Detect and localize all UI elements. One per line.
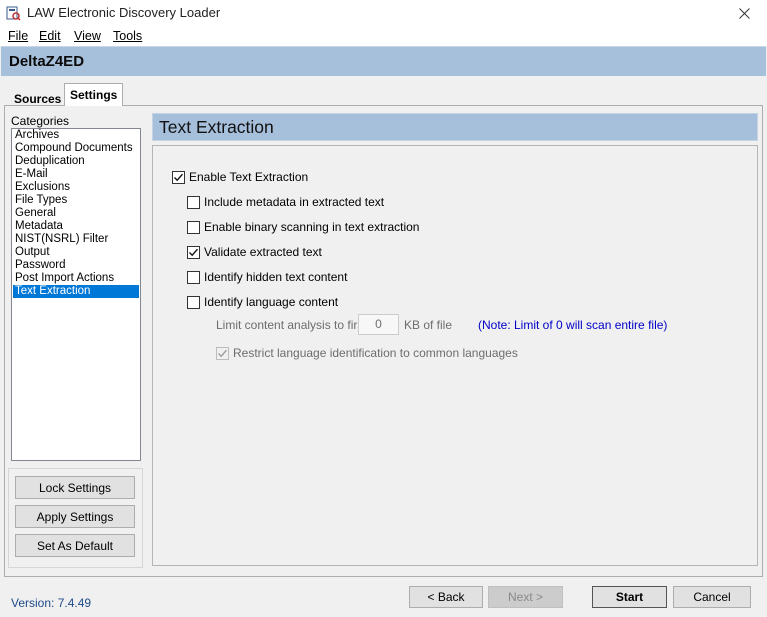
binary-scanning-checkbox[interactable] (187, 220, 200, 234)
close-icon (738, 7, 750, 19)
restrict-language-option[interactable]: Restrict language identification to comm… (216, 346, 518, 360)
restrict-language-checkbox[interactable] (216, 346, 229, 360)
restrict-language-label: Restrict language identification to comm… (233, 346, 518, 360)
tab-sources[interactable]: Sources (9, 89, 66, 106)
language-content-checkbox[interactable] (187, 295, 200, 309)
menu-view-label: View (74, 29, 101, 43)
category-exclusions[interactable]: Exclusions (13, 181, 139, 194)
lock-settings-button[interactable]: Lock Settings (15, 476, 135, 499)
version-label: Version: 7.4.49 (11, 596, 92, 610)
window-title: LAW Electronic Discovery Loader (27, 5, 221, 20)
validate-text-label: Validate extracted text (204, 245, 322, 259)
enable-text-extraction-label: Enable Text Extraction (189, 170, 309, 184)
menu-tools[interactable]: Tools (113, 29, 142, 43)
validate-text-checkbox[interactable] (187, 245, 200, 259)
menu-edit-label: Edit (39, 29, 61, 43)
binary-scanning-label: Enable binary scanning in text extractio… (204, 220, 420, 234)
checkmark-icon (189, 248, 199, 256)
checkmark-icon (218, 349, 228, 357)
app-icon (6, 6, 21, 21)
checkmark-icon (174, 173, 184, 181)
category-post-import-actions[interactable]: Post Import Actions (13, 272, 139, 285)
category-file-types[interactable]: File Types (13, 194, 139, 207)
project-name: DeltaZ4ED (9, 53, 85, 70)
tab-settings[interactable]: Settings (64, 83, 124, 106)
back-button[interactable]: < Back (409, 586, 483, 608)
include-metadata-label: Include metadata in extracted text (204, 195, 385, 209)
binary-scanning-option[interactable]: Enable binary scanning in text extractio… (187, 220, 419, 234)
category-deduplication[interactable]: Deduplication (13, 155, 139, 168)
hidden-text-option[interactable]: Identify hidden text content (187, 270, 347, 284)
category-general[interactable]: General (13, 207, 139, 220)
hidden-text-checkbox[interactable] (187, 270, 200, 284)
menu-tools-label: Tools (113, 29, 143, 43)
language-content-option[interactable]: Identify language content (187, 295, 338, 309)
category-password[interactable]: Password (13, 259, 139, 272)
category-archives[interactable]: Archives (13, 129, 139, 142)
title-bar: LAW Electronic Discovery Loader (0, 0, 767, 26)
limit-note: (Note: Limit of 0 will scan entire file) (478, 318, 668, 332)
validate-text-option[interactable]: Validate extracted text (187, 245, 322, 259)
menu-edit[interactable]: Edit (39, 29, 61, 43)
include-metadata-option[interactable]: Include metadata in extracted text (187, 195, 384, 209)
category-compound-documents[interactable]: Compound Documents (13, 142, 139, 155)
menu-view[interactable]: View (74, 29, 101, 43)
language-content-label: Identify language content (204, 295, 339, 309)
category-e-mail[interactable]: E-Mail (13, 168, 139, 181)
categories-list[interactable]: Archives Compound Documents Deduplicatio… (11, 128, 141, 461)
cancel-button[interactable]: Cancel (673, 586, 751, 608)
category-nist-nsrl-filter[interactable]: NIST(NSRL) Filter (13, 233, 139, 246)
menu-file[interactable]: File (8, 29, 28, 43)
set-as-default-button[interactable]: Set As Default (15, 534, 135, 557)
category-metadata[interactable]: Metadata (13, 220, 139, 233)
section-title: Text Extraction (159, 117, 274, 137)
limit-kb-input[interactable]: 0 (358, 314, 399, 335)
section-header: Text Extraction (152, 113, 758, 141)
limit-prefix-label: Limit content analysis to first (216, 318, 367, 332)
enable-text-extraction-option[interactable]: Enable Text Extraction (172, 170, 308, 184)
project-header: DeltaZ4ED (1, 46, 766, 76)
category-text-extraction[interactable]: Text Extraction (13, 285, 139, 298)
category-output[interactable]: Output (13, 246, 139, 259)
start-button[interactable]: Start (592, 586, 667, 608)
enable-text-extraction-checkbox[interactable] (172, 170, 185, 184)
hidden-text-label: Identify hidden text content (204, 270, 348, 284)
apply-settings-button[interactable]: Apply Settings (15, 505, 135, 528)
limit-suffix-label: KB of file (404, 318, 453, 332)
include-metadata-checkbox[interactable] (187, 195, 200, 209)
close-button[interactable] (721, 0, 767, 26)
menu-bar: File Edit View Tools (0, 26, 767, 46)
menu-file-label: File (8, 29, 29, 43)
next-button[interactable]: Next > (488, 586, 563, 608)
categories-label: Categories (11, 114, 70, 128)
